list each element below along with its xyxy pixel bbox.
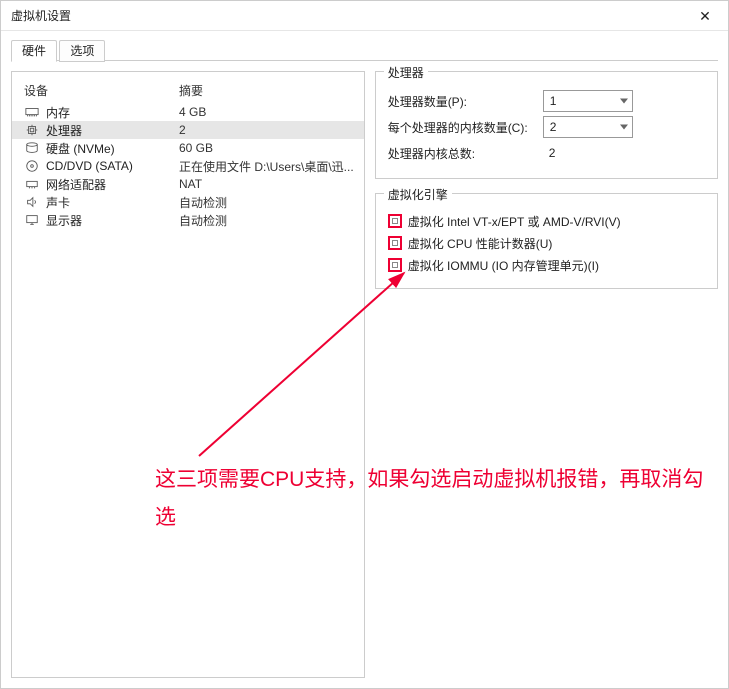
proc-num-value: 1 [550,94,557,108]
virt-group: 虚拟化引擎 虚拟化 Intel VT-x/EPT 或 AMD-V/RVI(V) … [375,193,718,289]
hw-row-disk[interactable]: 硬盘 (NVMe) 60 GB [12,139,364,157]
hw-dev-label: CD/DVD (SATA) [46,159,179,173]
hw-row-processor[interactable]: 处理器 2 [12,121,364,139]
header-summary: 摘要 [179,82,354,99]
proc-cores-label: 每个处理器的内核数量(C): [388,119,543,136]
hw-sum-label: 自动检测 [179,194,354,211]
checkbox-icon [388,258,402,272]
tab-hardware[interactable]: 硬件 [11,40,57,62]
header-device: 设备 [24,82,179,99]
proc-cores-value: 2 [550,120,557,134]
virt-iommu-line[interactable]: 虚拟化 IOMMU (IO 内存管理单元)(I) [388,254,705,276]
network-icon [24,176,40,192]
close-button[interactable]: ✕ [682,1,728,30]
annotation-note: 这三项需要CPU支持，如果勾选启动虚拟机报错，再取消勾选 [155,461,715,537]
hw-dev-label: 声卡 [46,194,179,211]
tab-options[interactable]: 选项 [59,40,105,62]
checkbox-icon [388,214,402,228]
cd-icon [24,158,40,174]
hw-row-memory[interactable]: 内存 4 GB [12,103,364,121]
hw-row-display[interactable]: 显示器 自动检测 [12,211,364,229]
virt-perf-line[interactable]: 虚拟化 CPU 性能计数器(U) [388,232,705,254]
checkbox-icon [388,236,402,250]
hw-sum-label: 60 GB [179,141,354,155]
display-icon [24,212,40,228]
virt-iommu-label: 虚拟化 IOMMU (IO 内存管理单元)(I) [408,257,599,274]
chevron-down-icon [620,125,628,130]
close-icon: ✕ [699,8,711,24]
chevron-down-icon [620,99,628,104]
hw-row-sound[interactable]: 声卡 自动检测 [12,193,364,211]
hw-dev-label: 显示器 [46,212,179,229]
hw-sum-label: 4 GB [179,105,354,119]
titlebar: 虚拟机设置 ✕ [1,1,728,31]
hw-dev-label: 硬盘 (NVMe) [46,140,179,157]
proc-total-label: 处理器内核总数: [388,145,543,162]
processor-legend: 处理器 [384,64,428,81]
hw-dev-label: 处理器 [46,122,179,139]
sound-icon [24,194,40,210]
memory-icon [24,104,40,120]
disk-icon [24,140,40,156]
cpu-icon [24,122,40,138]
proc-cores-select[interactable]: 2 [543,116,633,138]
hardware-list: 设备 摘要 内存 4 GB 处理器 2 硬盘 (NVMe) 60 GB CD/D [11,71,365,678]
hw-sum-label: 2 [179,123,354,137]
settings-body: 设备 摘要 内存 4 GB 处理器 2 硬盘 (NVMe) 60 GB CD/D [1,61,728,688]
vm-settings-window: { "window": { "title": "虚拟机设置" }, "tabs"… [0,0,729,689]
virt-vtX-line[interactable]: 虚拟化 Intel VT-x/EPT 或 AMD-V/RVI(V) [388,210,705,232]
processor-group: 处理器 处理器数量(P): 1 每个处理器的内核数量(C): 2 [375,71,718,179]
virt-legend: 虚拟化引擎 [384,186,452,203]
hw-dev-label: 网络适配器 [46,176,179,193]
hardware-header: 设备 摘要 [12,80,364,103]
tab-bar: 硬件 选项 [1,31,728,61]
hw-sum-label: 正在使用文件 D:\Users\桌面\迅... [179,158,354,175]
hw-dev-label: 内存 [46,104,179,121]
virt-perf-label: 虚拟化 CPU 性能计数器(U) [408,235,553,252]
detail-pane: 处理器 处理器数量(P): 1 每个处理器的内核数量(C): 2 [375,71,718,678]
hw-row-cddvd[interactable]: CD/DVD (SATA) 正在使用文件 D:\Users\桌面\迅... [12,157,364,175]
hw-sum-label: NAT [179,177,354,191]
window-title: 虚拟机设置 [11,9,71,23]
hw-row-network[interactable]: 网络适配器 NAT [12,175,364,193]
proc-num-label: 处理器数量(P): [388,93,543,110]
proc-total-value: 2 [543,146,556,160]
virt-vtX-label: 虚拟化 Intel VT-x/EPT 或 AMD-V/RVI(V) [408,213,621,230]
proc-num-select[interactable]: 1 [543,90,633,112]
hw-sum-label: 自动检测 [179,212,354,229]
